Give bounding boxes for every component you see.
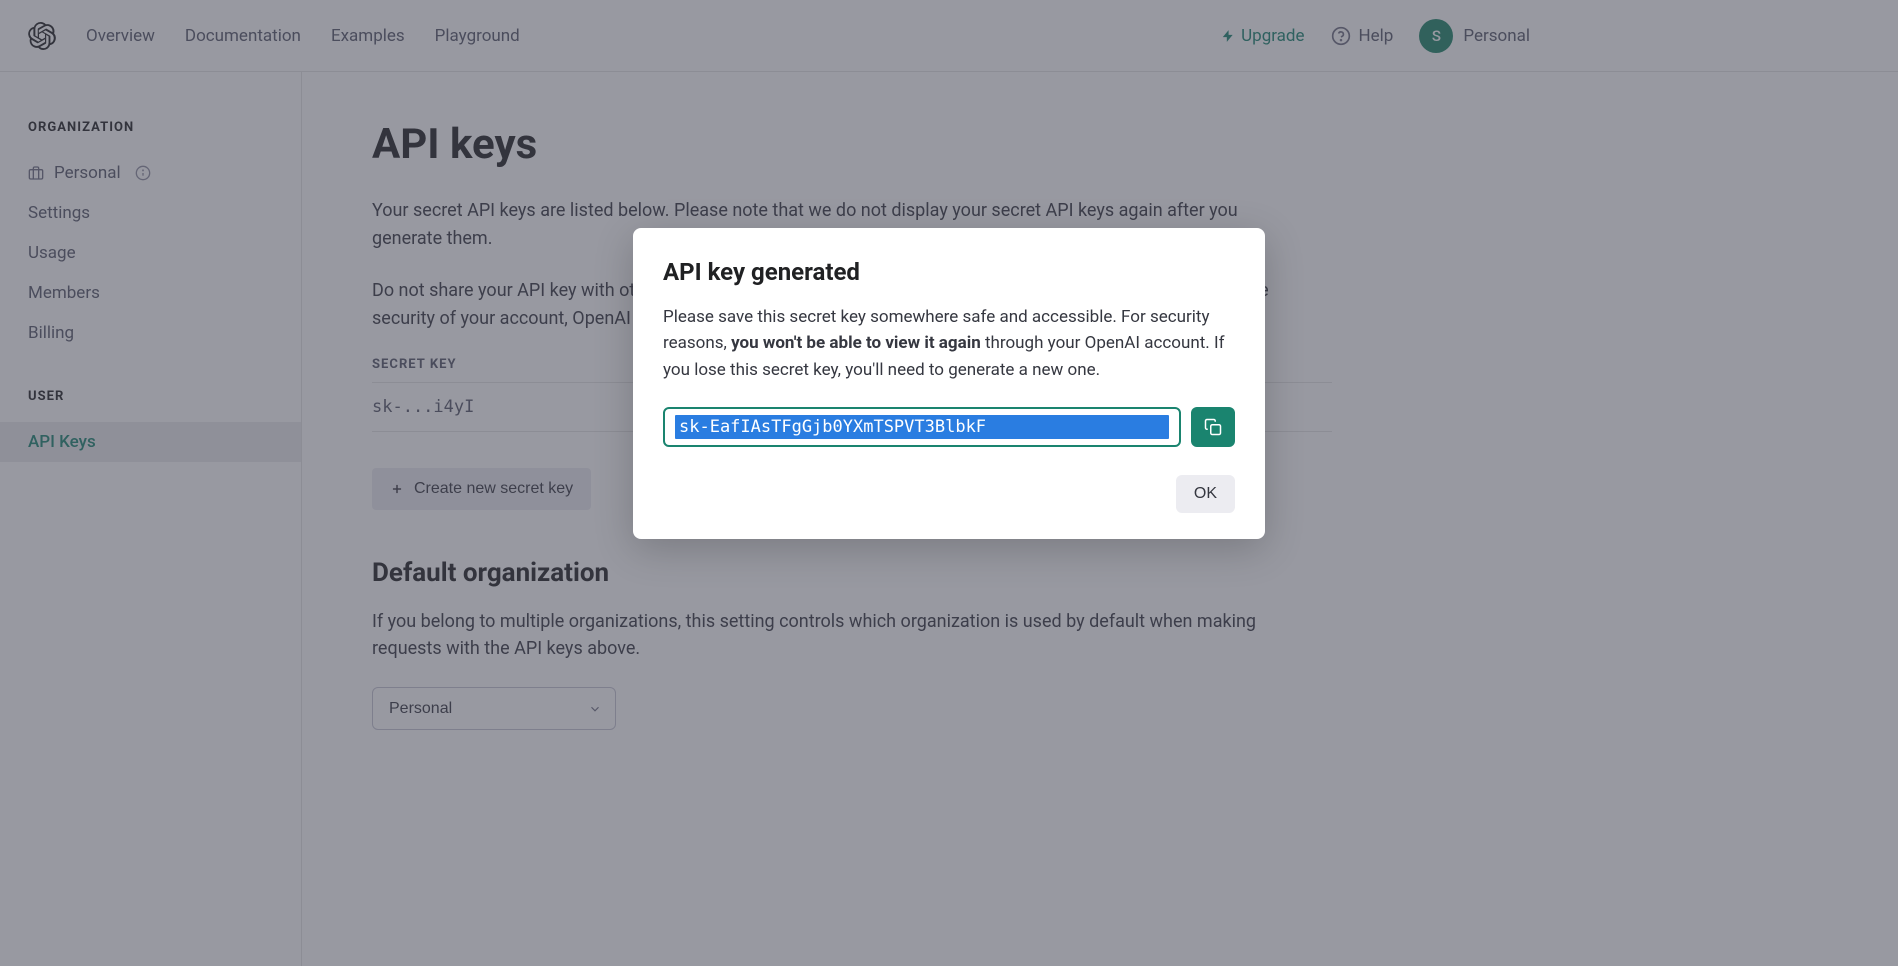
modal-actions: OK bbox=[663, 475, 1235, 513]
copy-button[interactable] bbox=[1191, 407, 1235, 447]
api-key-modal: API key generated Please save this secre… bbox=[633, 228, 1265, 539]
api-key-value: sk-EafIAsTFgGjb0YXmTSPVT3BlbkF bbox=[679, 417, 986, 437]
api-key-field[interactable]: sk-EafIAsTFgGjb0YXmTSPVT3BlbkF sk-EafIAs… bbox=[663, 407, 1181, 447]
modal-text: Please save this secret key somewhere sa… bbox=[663, 304, 1235, 383]
key-row: sk-EafIAsTFgGjb0YXmTSPVT3BlbkF sk-EafIAs… bbox=[663, 407, 1235, 447]
ok-button[interactable]: OK bbox=[1176, 475, 1235, 513]
copy-icon bbox=[1204, 418, 1222, 436]
modal-text-bold: you won't be able to view it again bbox=[731, 333, 981, 353]
modal-overlay[interactable]: API key generated Please save this secre… bbox=[0, 0, 1898, 966]
modal-title: API key generated bbox=[663, 258, 1235, 286]
